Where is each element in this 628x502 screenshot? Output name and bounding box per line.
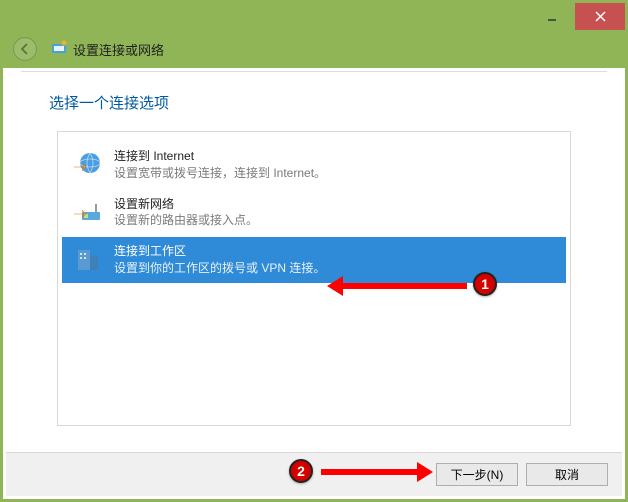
close-button[interactable]	[575, 3, 625, 30]
option-desc: 设置新的路由器或接入点。	[114, 212, 258, 229]
option-desc: 设置到你的工作区的拨号或 VPN 连接。	[114, 260, 325, 277]
option-new-network[interactable]: 设置新网络 设置新的路由器或接入点。	[62, 190, 566, 236]
option-title: 连接到工作区	[114, 243, 325, 260]
next-button[interactable]: 下一步(N)	[436, 463, 518, 486]
annotation-badge-2: 2	[289, 459, 313, 483]
minimize-button[interactable]	[529, 3, 575, 30]
page-heading: 选择一个连接选项	[21, 72, 607, 131]
option-title: 设置新网络	[114, 196, 258, 213]
cancel-button[interactable]: 取消	[526, 463, 608, 486]
router-icon	[72, 196, 104, 228]
back-button[interactable]	[13, 37, 37, 61]
titlebar	[3, 3, 625, 30]
option-title: 连接到 Internet	[114, 148, 326, 165]
globe-icon	[72, 149, 104, 181]
network-icon	[51, 40, 67, 59]
window-frame: 设置连接或网络 选择一个连接选项 连接到 Internet 设置宽带或拨号连接，…	[0, 0, 628, 502]
building-icon	[72, 244, 104, 276]
annotation-arrow-1	[327, 276, 467, 296]
window-title: 设置连接或网络	[73, 40, 164, 59]
content-area: 选择一个连接选项 连接到 Internet 设置宽带或拨号连接，连接到 Inte…	[21, 71, 607, 449]
option-connect-internet[interactable]: 连接到 Internet 设置宽带或拨号连接，连接到 Internet。	[62, 142, 566, 188]
footer-bar: 下一步(N) 取消	[6, 452, 622, 496]
annotation-arrow-2	[321, 462, 433, 482]
header-bar: 设置连接或网络	[3, 30, 625, 68]
option-desc: 设置宽带或拨号连接，连接到 Internet。	[114, 165, 326, 182]
annotation-badge-1: 1	[473, 272, 497, 296]
